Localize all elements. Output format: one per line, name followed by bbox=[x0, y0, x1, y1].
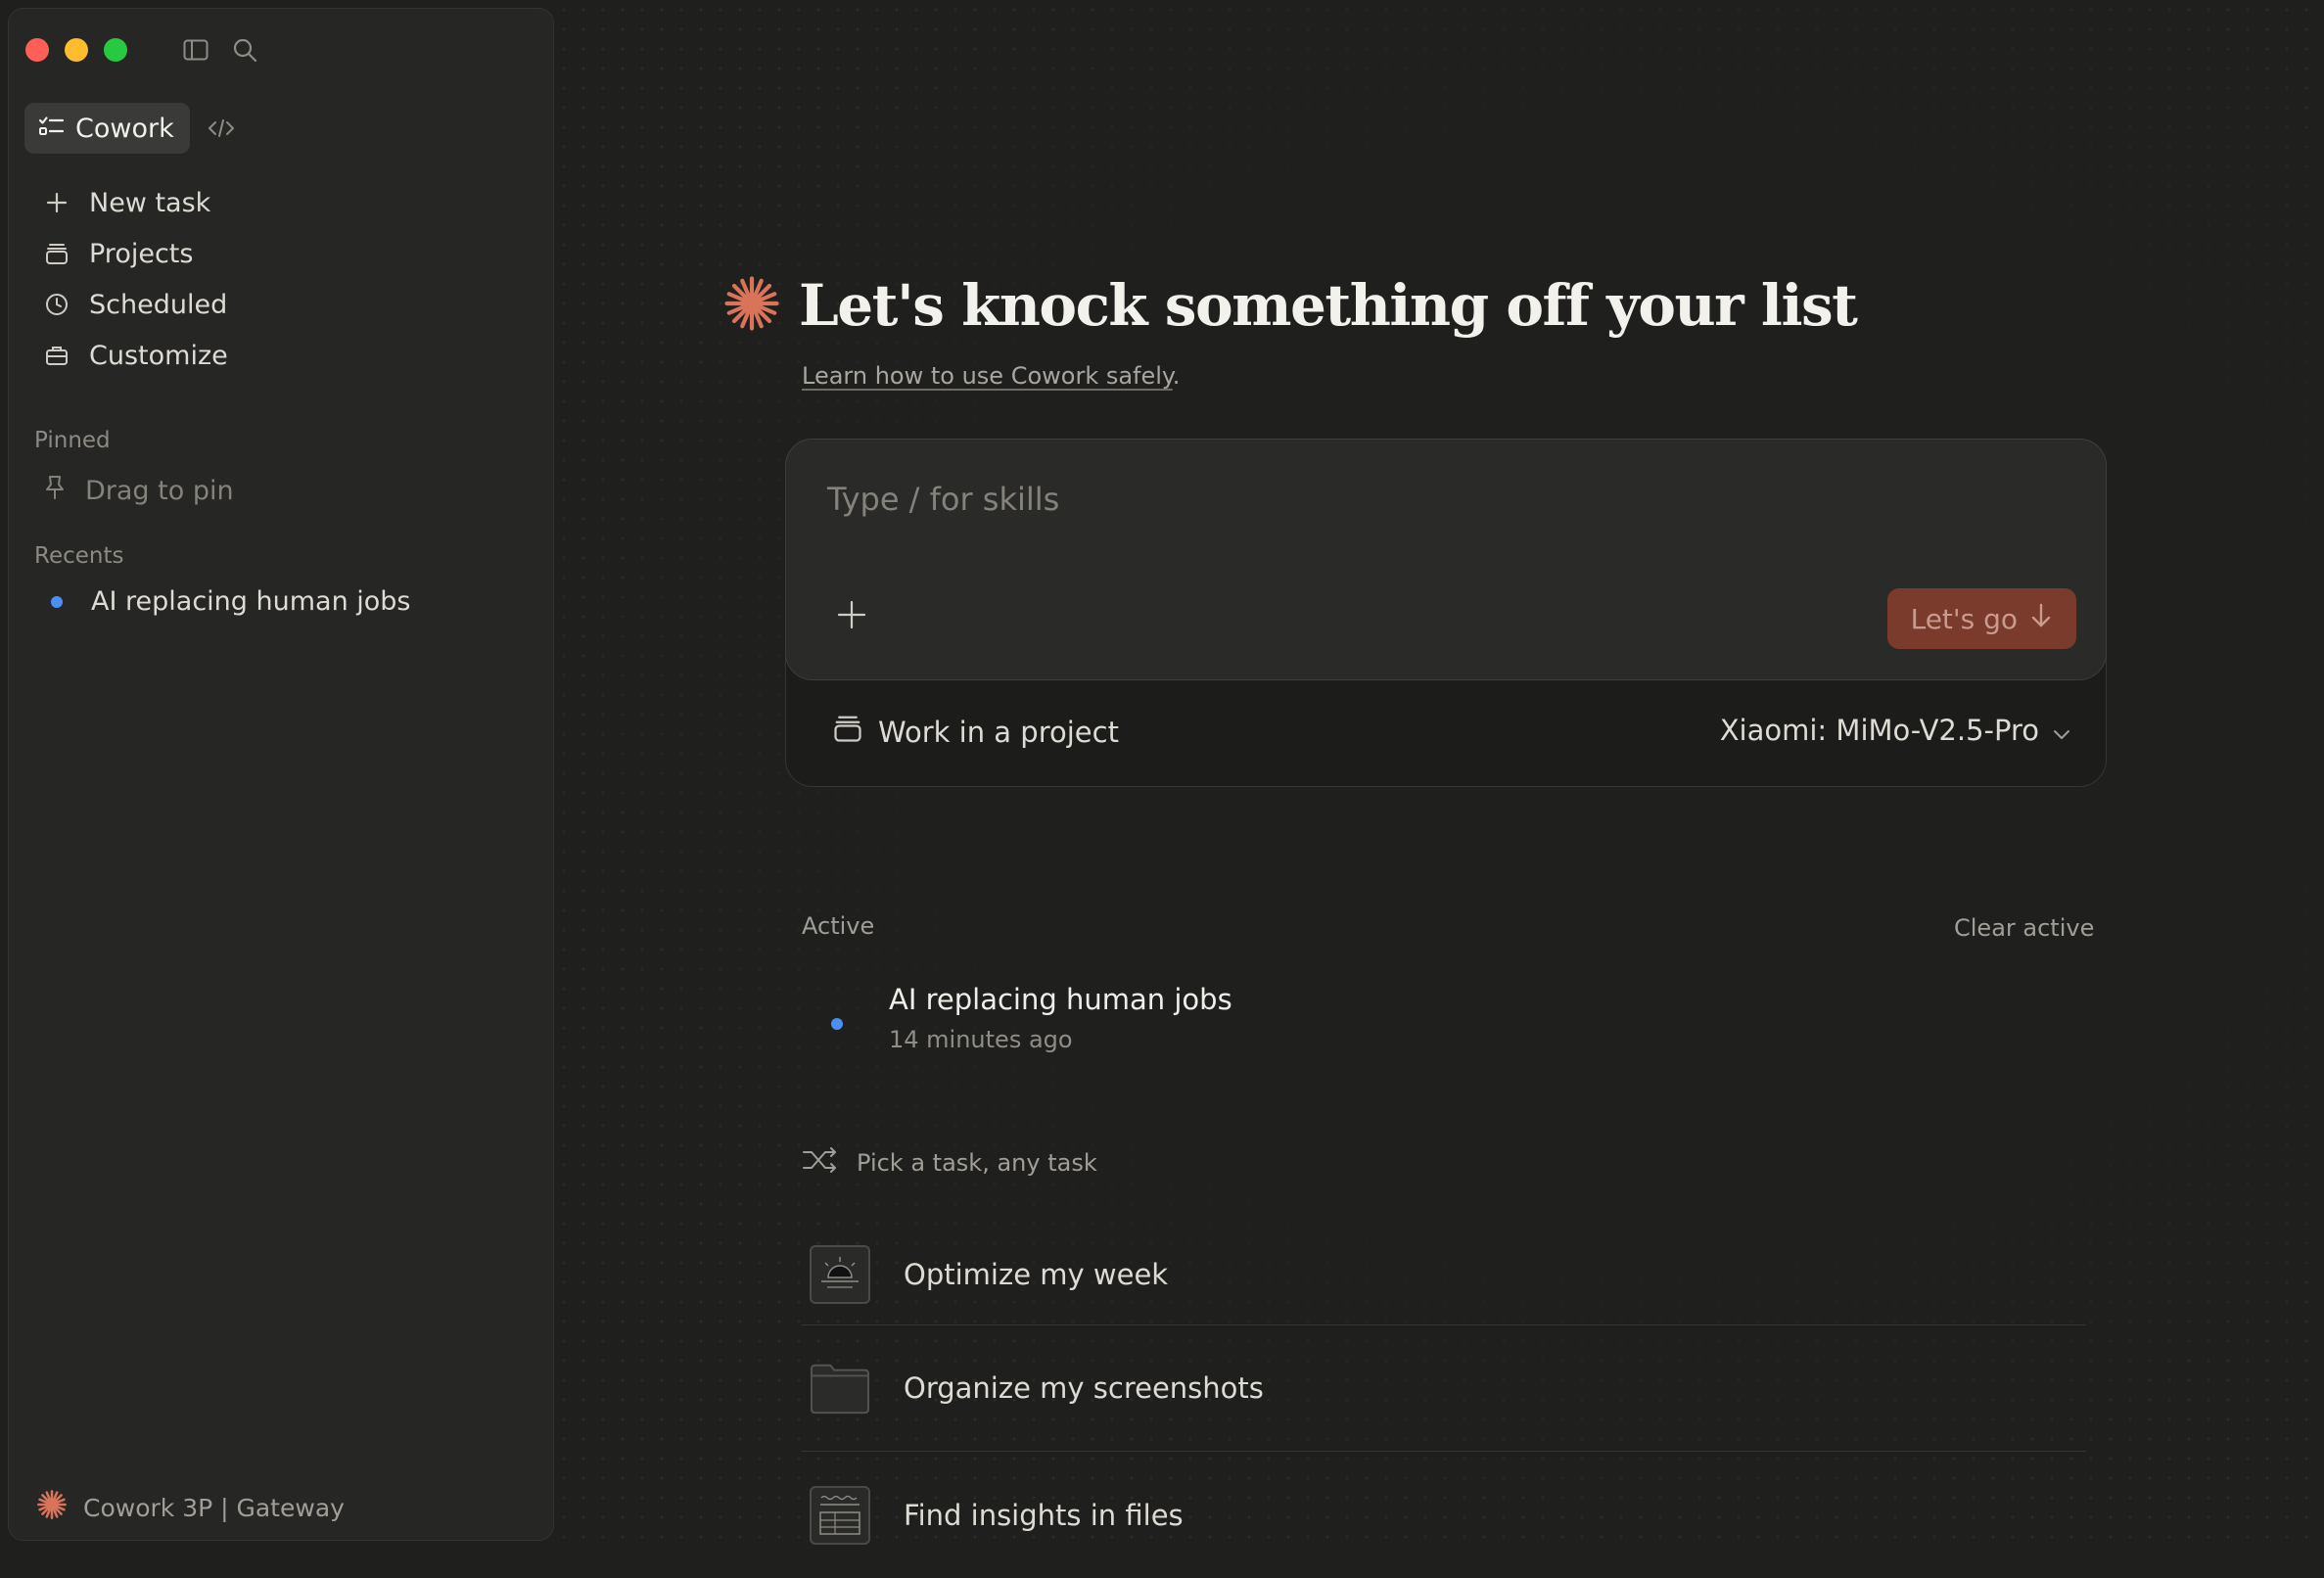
suggestion-label: Optimize my week bbox=[904, 1257, 1169, 1291]
folder-icon bbox=[810, 1359, 870, 1417]
prompt-composer[interactable]: Type / for skills Let's go bbox=[785, 439, 2107, 680]
projects-icon bbox=[44, 241, 70, 266]
active-task-item[interactable]: AI replacing human jobs 14 minutes ago bbox=[824, 983, 1232, 1053]
sidebar-item-new-task[interactable]: New task bbox=[24, 177, 534, 228]
active-task-text: AI replacing human jobs 14 minutes ago bbox=[889, 983, 1232, 1053]
cowork-mode-button[interactable]: Cowork bbox=[24, 103, 190, 154]
plus-icon bbox=[44, 190, 70, 215]
minimize-window-button[interactable] bbox=[65, 38, 88, 62]
sidebar-item-scheduled[interactable]: Scheduled bbox=[24, 279, 534, 330]
learn-safety-link[interactable]: Learn how to use Cowork safely bbox=[802, 362, 1173, 390]
pin-drop-zone[interactable]: Drag to pin bbox=[44, 475, 234, 507]
composer-card: Type / for skills Let's go Work in a pro… bbox=[785, 439, 2107, 787]
sunrise-calendar-icon bbox=[810, 1244, 870, 1304]
mode-switcher: Cowork bbox=[24, 103, 241, 154]
recents-section-label: Recents bbox=[34, 543, 124, 569]
prompt-input[interactable]: Type / for skills bbox=[827, 481, 1059, 518]
projects-icon bbox=[833, 714, 862, 750]
chevron-down-icon bbox=[2053, 714, 2070, 747]
pin-hint: Drag to pin bbox=[85, 476, 234, 506]
suggestion-find-insights[interactable]: Find insights in files bbox=[802, 1452, 2086, 1578]
sidebar-item-customize[interactable]: Customize bbox=[24, 330, 534, 381]
hero-heading: Let's knock something off your list bbox=[722, 272, 1858, 339]
recent-item-label: AI replacing human jobs bbox=[91, 586, 411, 617]
asterisk-logo-icon bbox=[36, 1489, 68, 1526]
suggestion-organize-screenshots[interactable]: Organize my screenshots bbox=[802, 1325, 2086, 1452]
sidebar-item-label: Customize bbox=[89, 340, 228, 371]
sidebar-item-label: Scheduled bbox=[89, 289, 228, 320]
submit-button[interactable]: Let's go bbox=[1886, 588, 2076, 649]
sidebar-item-label: New task bbox=[89, 187, 211, 218]
shuffle-icon bbox=[802, 1147, 839, 1179]
active-task-time: 14 minutes ago bbox=[889, 1026, 1073, 1053]
suggestion-list: Optimize my week Organize my screenshots… bbox=[802, 1224, 2086, 1578]
model-label: Xiaomi: MiMo-V2.5-Pro bbox=[1719, 714, 2039, 747]
suggestion-label: Find insights in files bbox=[904, 1498, 1184, 1532]
suggestions-header: Pick a task, any task bbox=[802, 1147, 1097, 1179]
clock-icon bbox=[44, 292, 70, 317]
pinned-section-label: Pinned bbox=[34, 428, 111, 453]
active-section-label: Active bbox=[802, 912, 875, 940]
maximize-window-button[interactable] bbox=[104, 38, 127, 62]
suggestions-label: Pick a task, any task bbox=[857, 1149, 1097, 1177]
sidebar-nav: New task Projects Scheduled Customize bbox=[24, 177, 534, 381]
status-dot bbox=[51, 595, 63, 608]
toolbox-icon bbox=[44, 343, 70, 368]
window-controls bbox=[25, 38, 127, 62]
plus-icon bbox=[837, 600, 866, 633]
model-selector[interactable]: Xiaomi: MiMo-V2.5-Pro bbox=[1720, 714, 2070, 747]
arrow-down-icon bbox=[2029, 602, 2053, 636]
asterisk-logo-icon bbox=[722, 274, 781, 337]
page-title: Let's knock something off your list bbox=[799, 272, 1858, 339]
pin-icon bbox=[44, 475, 66, 507]
mode-label: Cowork bbox=[75, 113, 174, 144]
sidebar-top-icons bbox=[181, 35, 259, 65]
close-window-button[interactable] bbox=[25, 38, 49, 62]
learn-suffix: . bbox=[1172, 362, 1181, 390]
active-task-title: AI replacing human jobs bbox=[889, 983, 1232, 1016]
suggestion-optimize-week[interactable]: Optimize my week bbox=[802, 1224, 2086, 1325]
sidebar-footer[interactable]: Cowork 3P | Gateway bbox=[36, 1489, 345, 1526]
work-in-project-button[interactable]: Work in a project bbox=[833, 714, 1119, 750]
recent-item[interactable]: AI replacing human jobs bbox=[44, 586, 411, 617]
checklist-icon bbox=[38, 114, 65, 144]
code-mode-icon[interactable] bbox=[202, 109, 241, 148]
sidebar-item-label: Projects bbox=[89, 238, 194, 269]
add-attachment-button[interactable] bbox=[833, 598, 870, 635]
submit-label: Let's go bbox=[1910, 602, 2018, 635]
sidebar-item-projects[interactable]: Projects bbox=[24, 228, 534, 279]
search-icon[interactable] bbox=[230, 35, 259, 65]
clear-active-button[interactable]: Clear active bbox=[1954, 914, 2094, 942]
sidebar: Cowork New task Projects Scheduled Custo… bbox=[8, 8, 554, 1541]
suggestion-label: Organize my screenshots bbox=[904, 1371, 1264, 1405]
sidebar-toggle-icon[interactable] bbox=[181, 35, 210, 65]
learn-line: Learn how to use Cowork safely. bbox=[802, 362, 1180, 390]
status-dot bbox=[831, 1018, 843, 1030]
project-label: Work in a project bbox=[878, 715, 1119, 749]
footer-label: Cowork 3P | Gateway bbox=[83, 1493, 345, 1522]
spreadsheet-icon bbox=[810, 1485, 870, 1545]
main-panel: Let's knock something off your list Lear… bbox=[554, 0, 2324, 1549]
